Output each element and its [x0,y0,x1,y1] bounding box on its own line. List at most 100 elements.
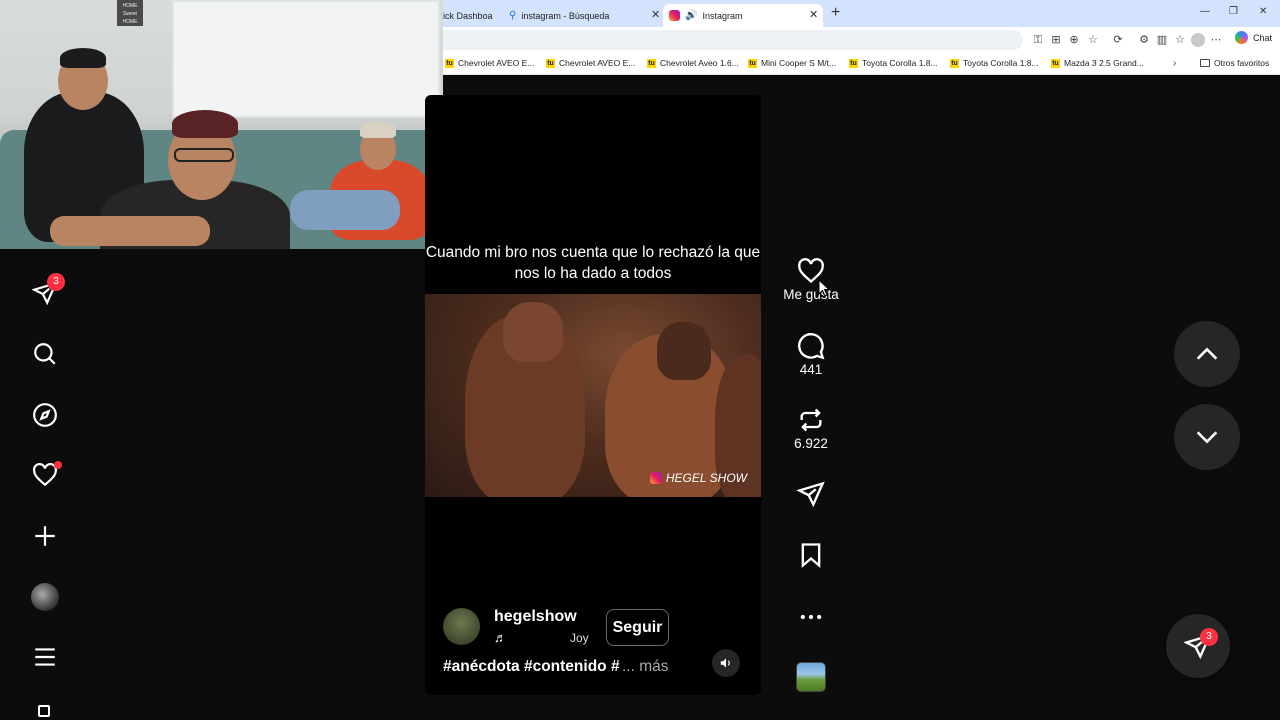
close-tab-icon[interactable]: ✕ [809,8,818,21]
webcam-overlay: HOME Sweet HOME [0,0,443,249]
bookmark-item[interactable]: tu Chevrolet AVEO E... [546,58,635,68]
nav-notifications[interactable] [29,459,62,491]
tab-instagram[interactable]: 🔊 Instagram ✕ [663,4,823,27]
speaker-icon [720,658,730,668]
glasses [174,148,234,162]
nav-create[interactable] [29,520,61,552]
nav-profile[interactable] [29,581,61,613]
new-tab-icon[interactable]: + [831,4,840,22]
repost-action[interactable]: 6.922 [781,406,841,451]
minimize-icon[interactable]: — [1200,6,1210,17]
like-action[interactable]: Me gusta [781,257,841,302]
tab-dashboard[interactable]: ick Dashboa [443,4,493,27]
person-left-hair [60,48,106,68]
zoom-icon[interactable]: ⊕ [1067,33,1081,47]
bookmark-label: Chevrolet AVEO E... [559,58,636,68]
refresh-icon[interactable]: ⟳ [1111,33,1125,47]
reel-hashtags[interactable]: #anécdota #contenido # [443,658,620,676]
ape-center-face [657,322,711,380]
bookmark-label: Mini Cooper S M/t... [761,58,837,68]
key-icon[interactable]: ⚿ [1031,33,1045,47]
more-link[interactable]: ... más [622,658,669,676]
address-bar[interactable] [443,30,1023,50]
comment-icon [798,333,825,360]
comments-count: 441 [799,362,823,377]
bookmark-item[interactable]: tu Toyota Corolla 1.8... [950,58,1039,68]
profile-icon[interactable] [1191,33,1205,47]
split-icon[interactable]: ▥ [1155,33,1169,47]
audio-thumbnail[interactable] [796,662,826,692]
more-icon [800,614,822,620]
chat-label: Chat [1252,32,1272,43]
chevron-right-icon[interactable]: › [1173,58,1176,69]
bookmark-icon [801,543,821,569]
bookmarks-bar: tu Chevrolet AVEO E... tu Chevrolet AVEO E… [443,53,1280,75]
other-favorites[interactable]: Otros favoritos [1200,58,1269,68]
nav-explore[interactable] [29,399,61,431]
next-reel-button[interactable] [1174,404,1240,470]
close-window-icon[interactable]: ✕ [1259,6,1267,17]
share-action[interactable] [781,480,841,508]
nav-search[interactable] [29,338,61,370]
follow-button[interactable]: Seguir [606,609,669,646]
music-icon: ♬ [494,630,507,645]
mute-button[interactable] [712,649,740,677]
person-right-cap [360,122,396,138]
bookmark-item[interactable]: tu Toyota Corolla 1.8... [849,58,938,68]
bookmark-item[interactable]: tu Mini Cooper S M/t... [748,58,836,68]
audio-name[interactable]: Joy [570,631,592,645]
other-favorites-label: Otros favoritos [1214,58,1270,68]
person-right-legs [290,190,400,230]
tucarro-icon: tu [546,58,555,68]
search-icon: ⚲ [509,10,517,21]
apps-icon[interactable]: ⊞ [1049,33,1063,47]
explore-icon [33,403,57,427]
reel-player[interactable]: Cuando mi bro nos cuenta que lo rechazó … [425,95,761,695]
menu-icon [35,648,55,666]
messages-badge: 3 [1200,628,1218,646]
nav-more[interactable] [29,641,61,673]
square-icon[interactable] [38,705,50,717]
wall-sign: HOME Sweet HOME [117,0,143,26]
bookmark-item[interactable]: tu Chevrolet AVEO E... [445,58,534,68]
reel-author[interactable]: hegelshow ♬ Joy [443,608,589,645]
tucarro-icon: tu [950,58,959,68]
like-label: Me gusta [783,287,839,302]
search-icon [34,343,56,365]
person-center-cap [172,110,238,138]
save-action[interactable] [781,541,841,569]
close-tab-icon[interactable]: ✕ [651,8,660,21]
bookmark-label: Mazda 3 2.5 Grand... [1064,58,1144,68]
messages-fab[interactable]: 3 [1166,614,1230,678]
folder-icon [1200,59,1210,67]
bookmark-item[interactable]: tu Mazda 3 2.5 Grand... [1051,58,1144,68]
bookmark-label: Chevrolet AVEO E... [458,58,535,68]
comment-action[interactable]: 441 [781,332,841,377]
tucarro-icon: tu [647,58,656,68]
person-center-hand [50,216,210,246]
previous-reel-button[interactable] [1174,321,1240,387]
extensions-icon[interactable]: ⚙ [1137,33,1151,47]
chat-button[interactable]: Chat [1234,31,1272,44]
copilot-icon [1234,31,1248,44]
favorites-icon[interactable]: ☆ [1173,33,1187,47]
reel-video[interactable]: HEGEL SHOW [425,294,761,497]
tucarro-icon: tu [445,58,454,68]
nav-messages[interactable]: 3 [29,273,65,309]
mouse-cursor-icon [818,279,830,297]
tab-label: Instagram [702,10,743,21]
author-avatar[interactable] [443,608,480,645]
more-options[interactable] [781,603,841,631]
tucarro-icon: tu [1051,58,1060,68]
more-icon[interactable]: ⋯ [1209,33,1223,47]
star-icon[interactable]: ☆ [1086,33,1100,47]
ape-left-head [503,302,563,362]
profile-avatar [31,583,59,611]
share-icon [796,481,825,508]
restore-icon[interactable]: ❐ [1229,6,1238,17]
instagram-icon [649,472,662,484]
author-username[interactable]: hegelshow [494,608,577,626]
reposts-count: 6.922 [794,436,828,451]
screen: ick Dashboa ⚲ instagram - Búsqueda ✕ 🔊 I… [0,0,1280,720]
bookmark-item[interactable]: tu Chevrolet Aveo 1.6... [647,58,739,68]
